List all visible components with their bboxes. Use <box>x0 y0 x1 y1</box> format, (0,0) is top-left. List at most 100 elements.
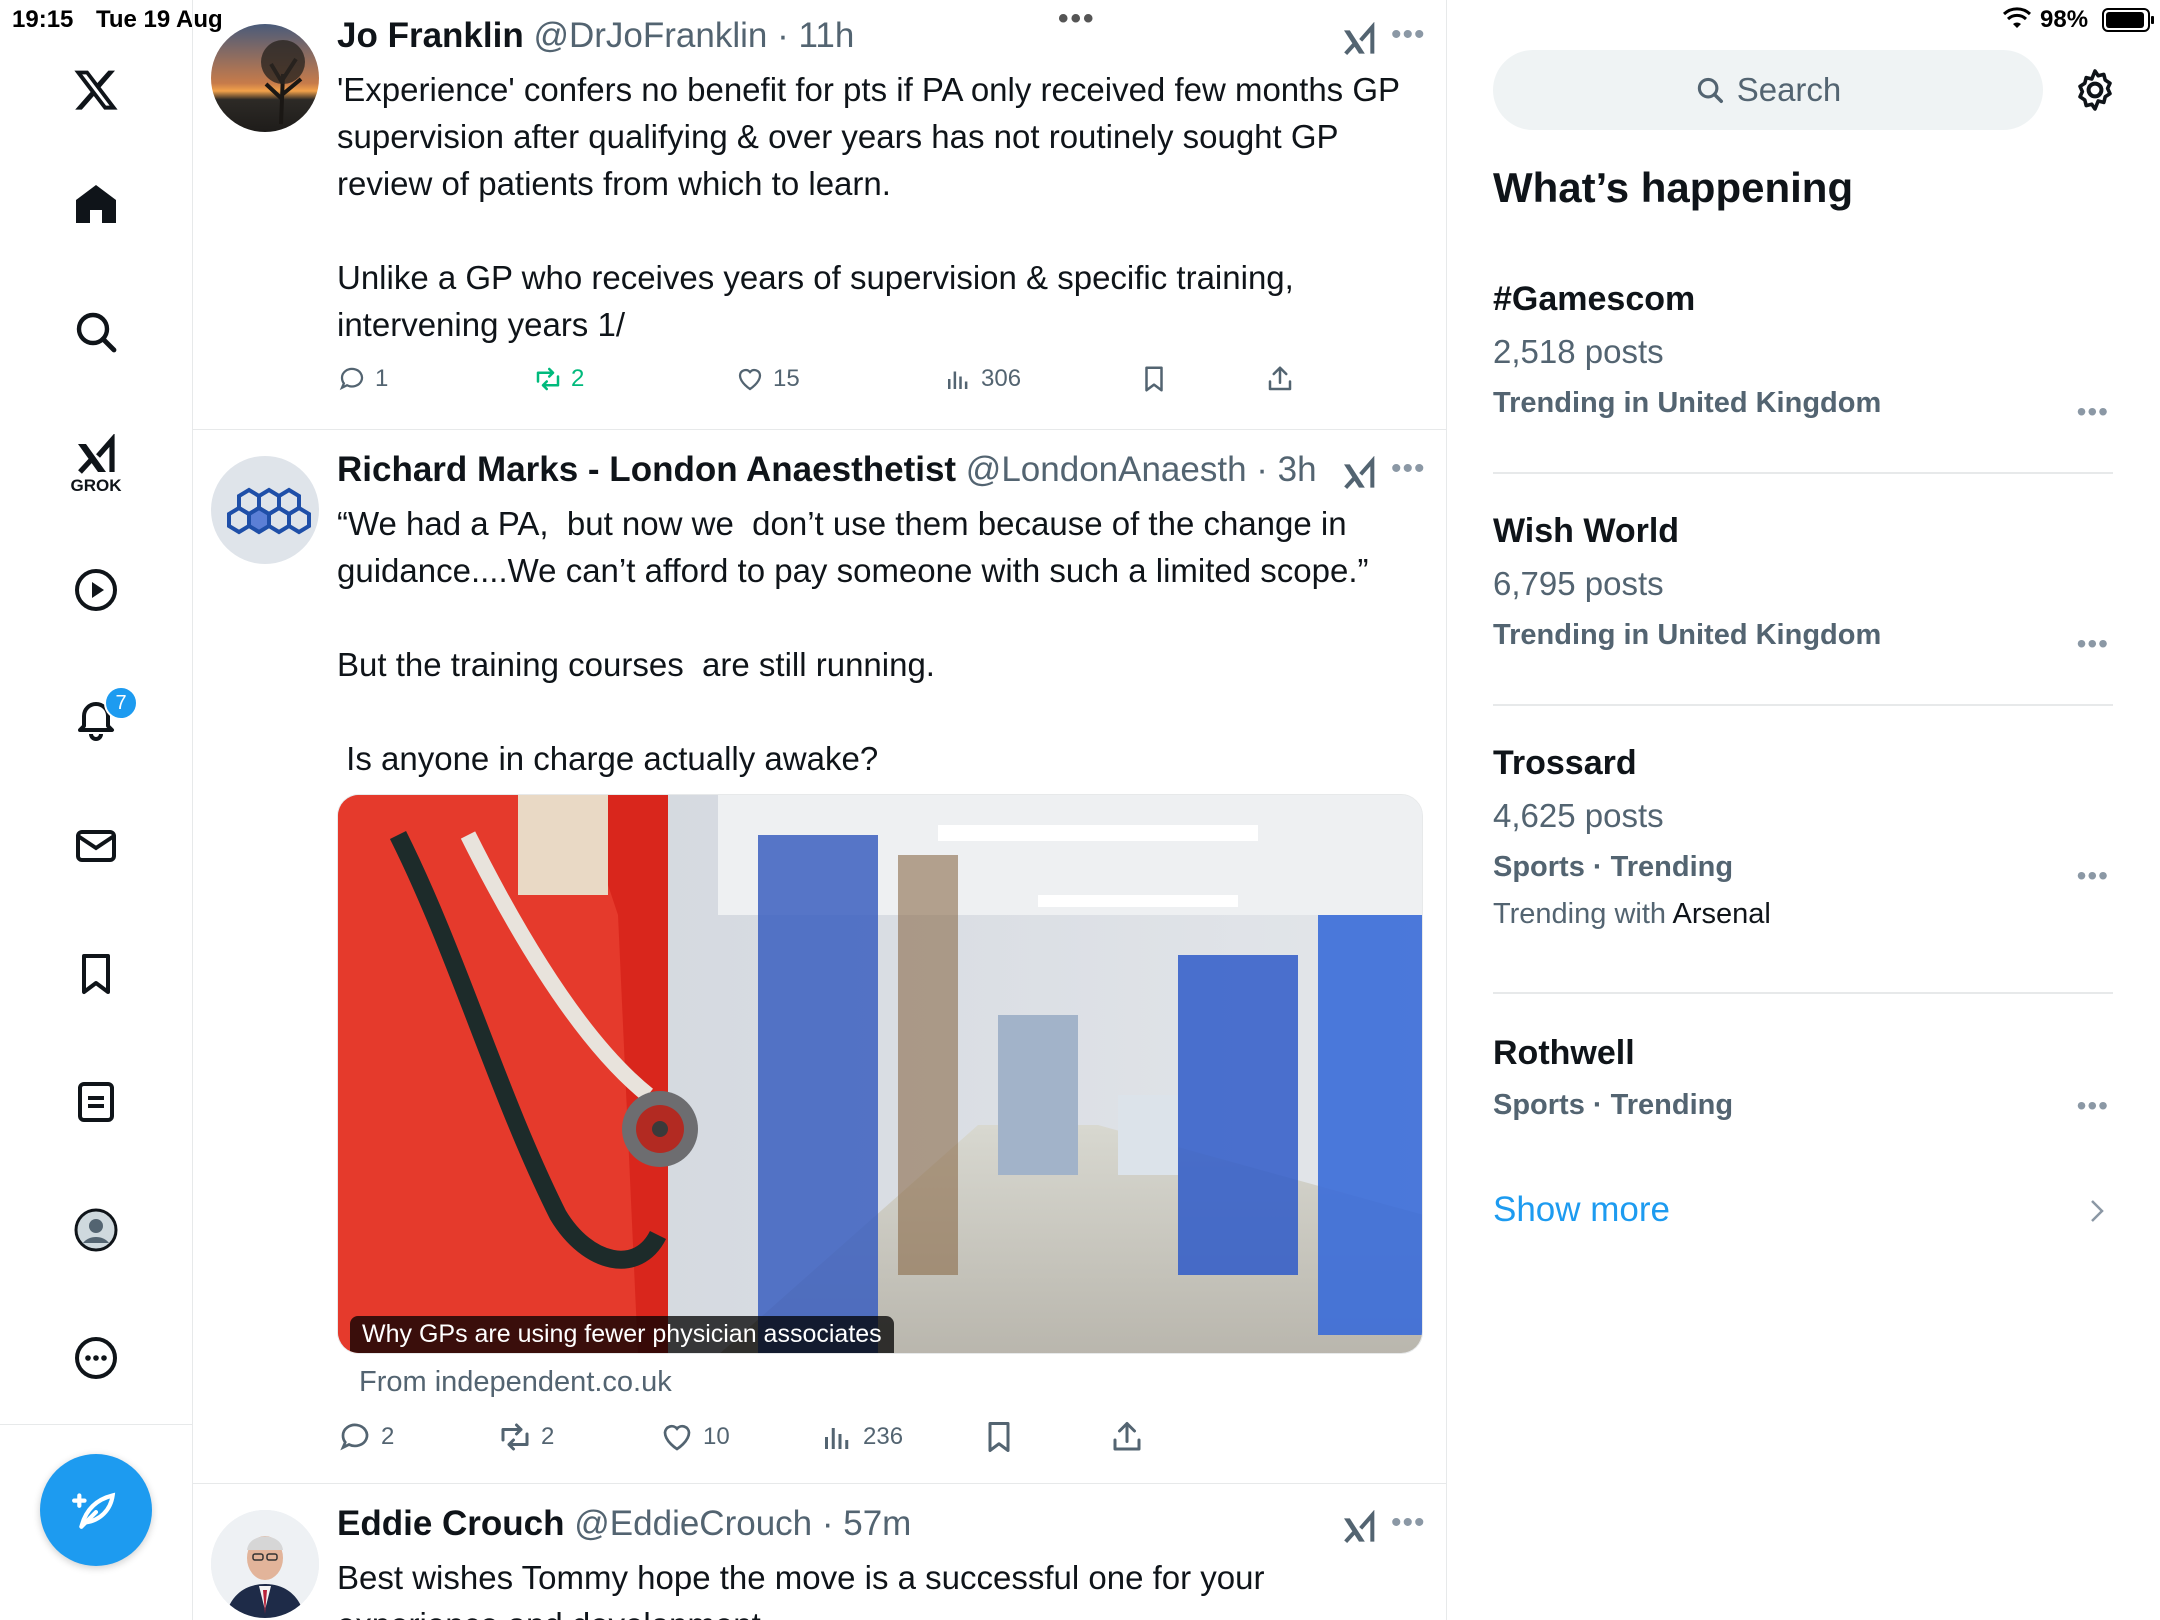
views-chart-icon <box>948 371 968 389</box>
tweet[interactable]: Jo Franklin @DrJoFranklin · 11h ••• 'Exp… <box>193 0 1446 430</box>
compose-post-button[interactable] <box>40 1454 152 1566</box>
avatar[interactable] <box>211 456 319 564</box>
heart-icon <box>663 1424 691 1451</box>
search-input[interactable]: Search <box>1493 50 2043 130</box>
trend-meta: Trending in United Kingdom <box>1493 619 1882 651</box>
tweet-more-icon[interactable]: ••• <box>1391 18 1426 52</box>
repost-count: 2 <box>571 365 585 392</box>
views-count: 306 <box>981 365 1022 392</box>
grok-explain-icon[interactable] <box>1339 1510 1379 1550</box>
timeline: Jo Franklin @DrJoFranklin · 11h ••• 'Exp… <box>193 0 1447 1620</box>
trend-item[interactable]: Wish World 6,795 posts Trending in Unite… <box>1493 512 2113 659</box>
tweet-more-icon[interactable]: ••• <box>1391 1506 1426 1540</box>
card-source[interactable]: From independent.co.uk <box>359 1366 672 1399</box>
whats-happening-title: What’s happening <box>1493 164 1854 211</box>
show-more-link[interactable]: Show more <box>1493 1190 1670 1230</box>
reply-button[interactable]: 2 <box>337 1412 394 1462</box>
trend-with: Trending with Arsenal <box>1493 898 1771 930</box>
author-name[interactable]: Eddie Crouch <box>337 1504 565 1543</box>
bookmark-button[interactable] <box>1139 354 1169 404</box>
bookmarks-icon[interactable] <box>56 934 136 1014</box>
tweet[interactable]: Eddie Crouch @EddieCrouch · 57m ••• Best… <box>193 1484 1446 1620</box>
share-icon <box>1268 366 1292 391</box>
trend-meta: Sports · Trending <box>1493 851 1734 883</box>
trend-meta: Sports · Trending <box>1493 1089 1734 1121</box>
more-options-icon[interactable] <box>56 1318 136 1398</box>
trend-name: Wish World <box>1493 512 1680 550</box>
bookmark-button[interactable] <box>981 1412 1017 1462</box>
tweet-header: Jo Franklin @DrJoFranklin · 11h <box>337 16 855 55</box>
grok-label: GROK <box>70 476 122 495</box>
trend-name: Trossard <box>1493 744 1637 782</box>
avatar[interactable] <box>211 24 319 132</box>
avatar[interactable] <box>211 1510 319 1618</box>
bookmark-icon <box>988 1422 1010 1452</box>
messages-envelope-icon[interactable] <box>56 806 136 886</box>
reply-button[interactable]: 1 <box>337 354 388 404</box>
video-play-icon[interactable] <box>56 550 136 630</box>
tweet-more-icon[interactable]: ••• <box>1391 452 1426 486</box>
compose-feather-icon <box>72 1492 116 1529</box>
tweet-time[interactable]: 57m <box>843 1504 911 1543</box>
hospital-corridor-image <box>338 795 1422 1353</box>
link-card-image[interactable]: Why GPs are using fewer physician associ… <box>337 794 1423 1354</box>
home-icon[interactable] <box>56 164 136 244</box>
reply-icon <box>339 367 364 391</box>
views-count: 236 <box>863 1423 904 1450</box>
share-button[interactable] <box>1265 354 1295 404</box>
explore-search-icon[interactable] <box>56 292 136 372</box>
lists-icon[interactable] <box>56 1062 136 1142</box>
repost-count: 2 <box>541 1423 555 1450</box>
like-button[interactable]: 15 <box>735 354 800 404</box>
tweet-actions: 1 2 15 306 <box>337 354 1417 404</box>
settings-gear-icon[interactable] <box>2071 66 2119 114</box>
trend-item[interactable]: Trossard 4,625 posts Sports · Trending T… <box>1493 744 2113 931</box>
trend-meta: Trending in United Kingdom <box>1493 387 1882 419</box>
search-placeholder: Search <box>1736 71 1842 108</box>
repost-icon <box>501 1423 529 1451</box>
trend-posts: 6,795 posts <box>1493 565 1664 602</box>
tweet-actions: 2 2 10 236 <box>337 1412 1417 1462</box>
tweet-time[interactable]: 11h <box>798 16 854 55</box>
author-handle[interactable]: @DrJoFranklin <box>533 16 767 55</box>
bookmark-icon <box>1145 366 1163 392</box>
chevron-right-icon[interactable] <box>2087 1196 2107 1226</box>
share-button[interactable] <box>1109 1412 1145 1462</box>
trend-divider <box>1493 472 2113 474</box>
x-logo-icon[interactable] <box>56 50 136 130</box>
trend-item[interactable]: #Gamescom 2,518 posts Trending in United… <box>1493 280 2113 427</box>
right-sidebar: Search What’s happening #Gamescom 2,518 … <box>1447 0 2160 1620</box>
views-button[interactable]: 236 <box>819 1412 903 1462</box>
trend-more-icon[interactable]: ••• <box>2077 396 2109 428</box>
trend-more-icon[interactable]: ••• <box>2077 628 2109 660</box>
profile-avatar-icon[interactable] <box>56 1190 136 1270</box>
reply-icon <box>340 1423 369 1451</box>
trend-name: Rothwell <box>1493 1034 1635 1072</box>
tweet-header: Richard Marks - London Anaesthetist @Lon… <box>337 450 1317 489</box>
tweet-text: “We had a PA, but now we don’t use them … <box>337 505 1369 777</box>
trend-divider <box>1493 992 2113 994</box>
like-button[interactable]: 10 <box>659 1412 730 1462</box>
author-name[interactable]: Jo Franklin <box>337 16 524 55</box>
grok-explain-icon[interactable] <box>1339 22 1379 62</box>
like-count: 15 <box>773 365 800 392</box>
heart-icon <box>738 368 762 391</box>
trend-more-icon[interactable]: ••• <box>2077 860 2109 892</box>
tweet-time[interactable]: 3h <box>1278 450 1317 489</box>
trend-with-name[interactable]: Arsenal <box>1672 898 1770 930</box>
trend-more-icon[interactable]: ••• <box>2077 1090 2109 1122</box>
left-navigation: GROK 7 <box>0 0 193 1620</box>
trend-item[interactable]: Rothwell Sports · Trending ••• <box>1493 1034 2113 1122</box>
trend-posts: 2,518 posts <box>1493 333 1664 370</box>
like-count: 10 <box>703 1423 730 1450</box>
repost-button[interactable]: 2 <box>533 354 584 404</box>
reply-count: 1 <box>375 365 389 392</box>
card-caption: Why GPs are using fewer physician associ… <box>350 1316 894 1353</box>
search-icon <box>1697 77 1723 103</box>
author-handle[interactable]: @EddieCrouch <box>574 1504 812 1543</box>
views-button[interactable]: 306 <box>943 354 1021 404</box>
author-handle[interactable]: @LondonAnaesth <box>966 450 1247 489</box>
author-name[interactable]: Richard Marks - London Anaesthetist <box>337 450 956 489</box>
grok-explain-icon[interactable] <box>1339 456 1379 496</box>
repost-button[interactable]: 2 <box>497 1412 554 1462</box>
